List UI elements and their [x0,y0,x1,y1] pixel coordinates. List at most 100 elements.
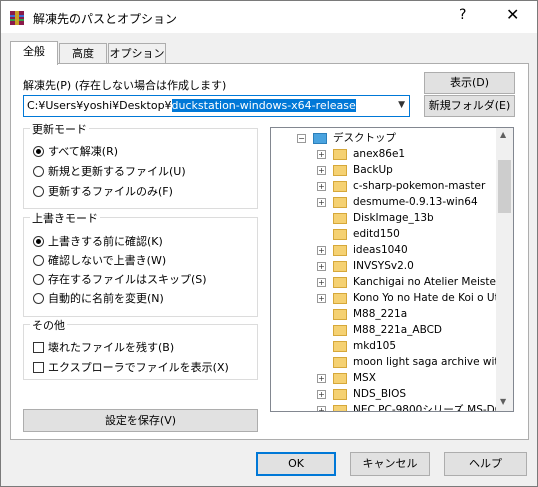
radio-label: 上書きする前に確認(K) [48,235,163,248]
folder-icon [333,149,347,160]
radio-indicator[interactable] [33,255,44,266]
folder-icon [333,165,347,176]
expand-icon[interactable]: + [317,406,326,411]
ok-button[interactable]: OK [256,452,336,476]
misc-title: その他 [30,317,67,333]
overwrite-option-overwrite[interactable]: 確認しないで上書き(W) [33,252,166,268]
folder-icon [333,357,347,368]
close-icon[interactable]: ✕ [506,5,519,24]
radio-indicator[interactable] [33,166,44,177]
cancel-button[interactable]: キャンセル [350,452,430,476]
tab-options[interactable]: オプション [108,43,166,64]
update-mode-title: 更新モード [30,121,89,137]
option-keep-broken-files[interactable]: 壊れたファイルを残す(B) [33,339,174,355]
expand-icon[interactable]: + [317,294,326,303]
tree-folder-label: NEC PC-9800シリーズ MS-DOS [353,404,510,412]
scroll-up-icon[interactable]: ▲ [500,130,506,139]
tree-folder-label: MSX [353,372,376,384]
radio-indicator[interactable] [33,293,44,304]
folder-icon [333,389,347,400]
tab-advanced[interactable]: 高度 [59,43,107,64]
tree-folder-label: M88_221a_ABCD [353,324,443,336]
save-settings-button[interactable]: 設定を保存(V) [23,409,258,432]
destination-path-selected: duckstation-windows-x64-release [171,99,356,112]
destination-path-combo[interactable]: C:¥Users¥yoshi¥Desktop¥duckstation-windo… [23,95,410,117]
expand-icon[interactable]: + [317,278,326,287]
folder-icon [333,213,347,224]
expand-icon[interactable]: + [317,166,326,175]
folder-icon [333,197,347,208]
update-option-new-and-updated[interactable]: 新規と更新するファイル(U) [33,163,186,179]
tree-folder-label: editd150 [353,228,400,240]
expand-icon[interactable]: + [317,182,326,191]
radio-label: 更新するファイルのみ(F) [48,185,173,198]
radio-indicator[interactable] [33,236,44,247]
checkbox-label: 壊れたファイルを残す(B) [48,341,175,354]
extract-dialog: 解凍先のパスとオプション ? ✕ 全般 高度 オプション 解凍先(P) (存在し… [0,0,538,487]
tree-folder-label: DiskImage_13b [353,212,434,224]
overwrite-option-ask[interactable]: 上書きする前に確認(K) [33,233,163,249]
tree-folder-label: mkd105 [353,340,397,352]
radio-label: 確認しないで上書き(W) [48,254,167,267]
radio-label: すべて解凍(R) [48,145,119,158]
tree-folder-label: INVSYSv2.0 [353,260,414,272]
expand-icon[interactable]: + [317,262,326,271]
folder-icon [333,245,347,256]
tree-folder-label: Kono Yo no Hate de Koi o Utau [353,292,512,304]
scroll-down-icon[interactable]: ▼ [500,397,506,406]
folder-icon [333,309,347,320]
folder-tree[interactable]: − デスクトップ + anex86e1 + BackUp + c-sharp-pokemo… [270,127,514,412]
tree-root-label: デスクトップ [333,132,396,144]
expand-icon[interactable]: + [317,390,326,399]
folder-icon [333,373,347,384]
tree-folder-label: desmume-0.9.13-win64 [353,196,478,208]
help-button[interactable]: ヘルプ [444,452,527,476]
tree-folder-label: c-sharp-pokemon-master [353,180,486,192]
new-folder-button[interactable]: 新規フォルダ(E) [424,95,515,117]
tree-folder-label: ideas1040 [353,244,408,256]
folder-icon [333,181,347,192]
tree-folder-label: anex86e1 [353,148,406,160]
tree-scrollbar[interactable]: ▲ ▼ [496,128,513,411]
radio-label: 自動的に名前を変更(N) [48,292,164,305]
update-option-extract-all[interactable]: すべて解凍(R) [33,143,118,159]
folder-icon [333,341,347,352]
chevron-down-icon[interactable]: ▼ [398,100,405,110]
expand-icon[interactable]: + [317,374,326,383]
folder-icon [333,277,347,288]
tree-folder-label: Kanchigai no Atelier Meister v0 [353,276,514,288]
tree-folder-label: moon light saga archive with q [353,356,514,368]
expand-icon[interactable]: + [317,198,326,207]
checkbox[interactable] [33,362,44,373]
desktop-folder-icon [313,133,327,144]
tree-folder-label: M88_221a [353,308,408,320]
radio-indicator[interactable] [33,274,44,285]
overwrite-option-skip[interactable]: 存在するファイルはスキップ(S) [33,271,207,287]
radio-label: 存在するファイルはスキップ(S) [48,273,207,286]
radio-indicator[interactable] [33,186,44,197]
tab-general[interactable]: 全般 [10,41,58,65]
folder-icon [333,229,347,240]
title-bar: 解凍先のパスとオプション ? ✕ [1,1,537,33]
winrar-icon [10,11,24,25]
help-title-button[interactable]: ? [459,7,466,23]
collapse-icon[interactable]: − [297,134,306,143]
option-show-in-explorer[interactable]: エクスプローラでファイルを表示(X) [33,359,229,375]
radio-label: 新規と更新するファイル(U) [48,165,186,178]
expand-icon[interactable]: + [317,246,326,255]
destination-path-prefix: C:¥Users¥yoshi¥Desktop¥ [27,99,172,112]
show-button[interactable]: 表示(D) [424,72,515,94]
window-title: 解凍先のパスとオプション [33,12,178,26]
radio-indicator[interactable] [33,146,44,157]
tree-folder-label: NDS_BIOS [353,388,407,400]
expand-icon[interactable]: + [317,150,326,159]
folder-icon [333,293,347,304]
destination-label: 解凍先(P) (存在しない場合は作成します) [23,79,227,92]
checkbox[interactable] [33,342,44,353]
overwrite-mode-title: 上書きモード [30,210,100,226]
update-option-updated-only[interactable]: 更新するファイルのみ(F) [33,183,173,199]
scroll-thumb[interactable] [498,160,511,213]
folder-icon [333,405,347,411]
tree-folder-label: BackUp [353,164,393,176]
overwrite-option-rename[interactable]: 自動的に名前を変更(N) [33,290,164,306]
